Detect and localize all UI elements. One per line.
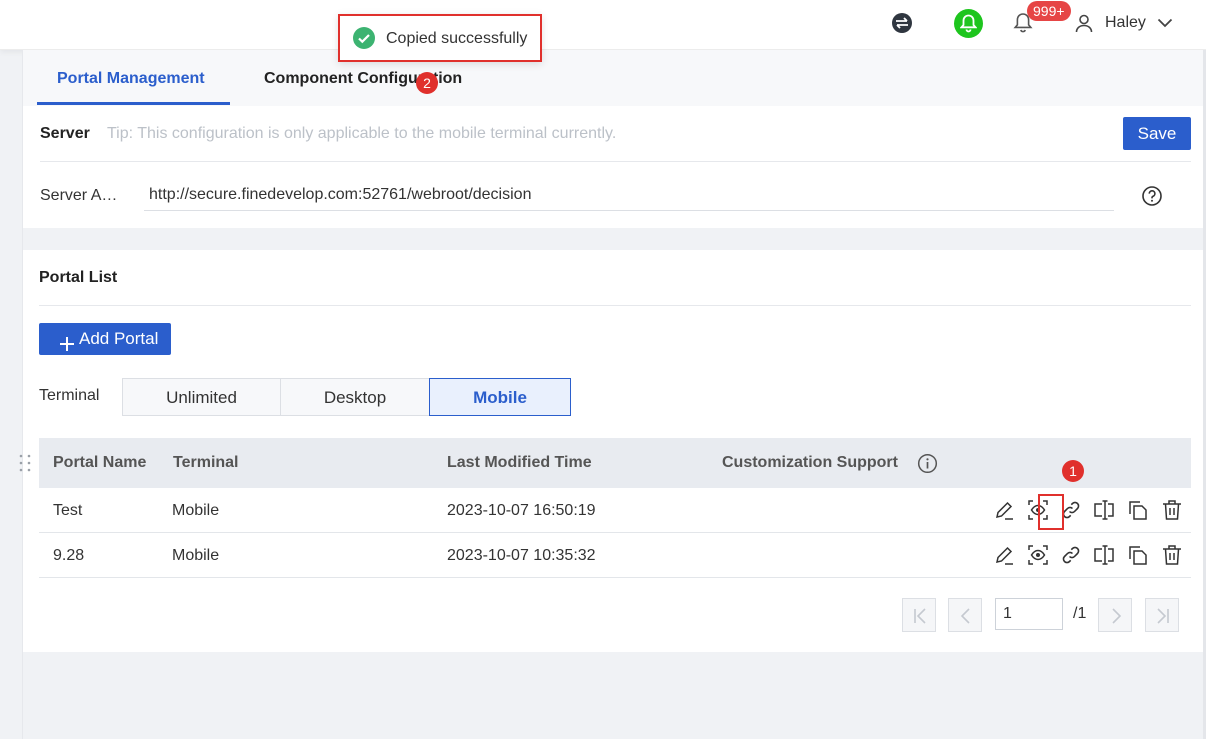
username[interactable]: Haley <box>1105 14 1146 32</box>
column-header: Portal Name <box>53 454 147 471</box>
table-row[interactable]: 9.28 Mobile 2023-10-07 10:35:32 <box>39 533 1191 578</box>
server-address-label: Server A… <box>40 187 118 204</box>
top-bar: 999+ Haley <box>0 0 1206 50</box>
delete-icon[interactable] <box>1161 499 1183 521</box>
step-marker-2: 2 <box>416 72 438 94</box>
notification-badge: 999+ <box>1027 1 1071 21</box>
tab-portal-management[interactable]: Portal Management <box>57 70 205 88</box>
divider <box>39 305 1191 306</box>
check-circle-icon <box>353 27 375 54</box>
active-tab-indicator <box>37 102 230 105</box>
first-page-icon[interactable] <box>902 598 936 632</box>
help-icon[interactable] <box>1141 185 1163 212</box>
tab-bar: Portal Management Component Configuratio… <box>23 50 1203 106</box>
row-actions <box>993 544 1193 568</box>
column-header: Last Modified Time <box>447 454 592 471</box>
portal-table: Portal Name Terminal Last Modified Time … <box>39 438 1191 578</box>
terminal-cell: Mobile <box>172 502 220 519</box>
column-header: Terminal <box>173 454 239 471</box>
row-actions <box>993 499 1193 523</box>
column-header: Customization Support <box>722 454 898 471</box>
rename-icon[interactable] <box>1093 499 1115 521</box>
add-portal-label: Add Portal <box>79 329 159 348</box>
user-icon[interactable] <box>1074 13 1094 38</box>
delete-icon[interactable] <box>1161 544 1183 566</box>
save-button[interactable]: Save <box>1123 117 1191 150</box>
info-icon[interactable] <box>917 453 938 479</box>
page-total: /1 <box>1073 605 1087 622</box>
copy-icon[interactable] <box>1127 544 1149 566</box>
toast-message: Copied successfully <box>386 30 528 47</box>
chevron-down-icon[interactable] <box>1157 16 1173 34</box>
divider <box>40 161 1191 162</box>
copy-icon[interactable] <box>1127 499 1149 521</box>
portal-list-panel: Portal List Add Portal Terminal Unlimite… <box>23 250 1203 652</box>
pagination: 1 /1 <box>23 598 1203 632</box>
table-header: Portal Name Terminal Last Modified Time … <box>39 438 1191 488</box>
portal-list-title: Portal List <box>39 269 118 286</box>
modified-time-cell: 2023-10-07 10:35:32 <box>447 547 596 564</box>
terminal-label: Terminal <box>39 387 100 404</box>
link-icon[interactable] <box>1060 544 1082 566</box>
green-bell-icon[interactable] <box>954 9 983 38</box>
modified-time-cell: 2023-10-07 16:50:19 <box>447 502 596 519</box>
preview-icon[interactable] <box>1027 544 1049 566</box>
terminal-option-mobile[interactable]: Mobile <box>429 378 571 416</box>
next-page-icon[interactable] <box>1098 598 1132 632</box>
input-underline <box>144 210 1114 211</box>
server-panel: Server Tip: This configuration is only a… <box>23 106 1203 228</box>
add-portal-button[interactable]: Add Portal <box>39 323 171 355</box>
toast-notification: Copied successfully <box>338 14 542 62</box>
highlight-box <box>1038 494 1064 530</box>
drag-handle-icon[interactable] <box>18 453 32 478</box>
server-title: Server <box>40 125 90 142</box>
terminal-option-desktop[interactable]: Desktop <box>280 378 430 416</box>
last-page-icon[interactable] <box>1145 598 1179 632</box>
rename-icon[interactable] <box>1093 544 1115 566</box>
page-number-input[interactable]: 1 <box>995 598 1063 630</box>
main-content: Portal Management Component Configuratio… <box>22 50 1203 739</box>
edit-icon[interactable] <box>993 544 1015 566</box>
server-tip: Tip: This configuration is only applicab… <box>107 125 617 142</box>
swap-icon[interactable] <box>892 13 912 33</box>
prev-page-icon[interactable] <box>948 598 982 632</box>
edit-icon[interactable] <box>993 499 1015 521</box>
portal-name-cell: 9.28 <box>53 547 85 564</box>
step-marker-1: 1 <box>1062 460 1084 482</box>
terminal-cell: Mobile <box>172 547 220 564</box>
server-address-input[interactable]: http://secure.finedevelop.com:52761/webr… <box>149 186 531 204</box>
terminal-option-unlimited[interactable]: Unlimited <box>122 378 281 416</box>
plus-icon <box>59 331 75 363</box>
portal-name-cell: Test <box>53 502 83 519</box>
table-row[interactable]: Test Mobile 2023-10-07 16:50:19 <box>39 488 1191 533</box>
